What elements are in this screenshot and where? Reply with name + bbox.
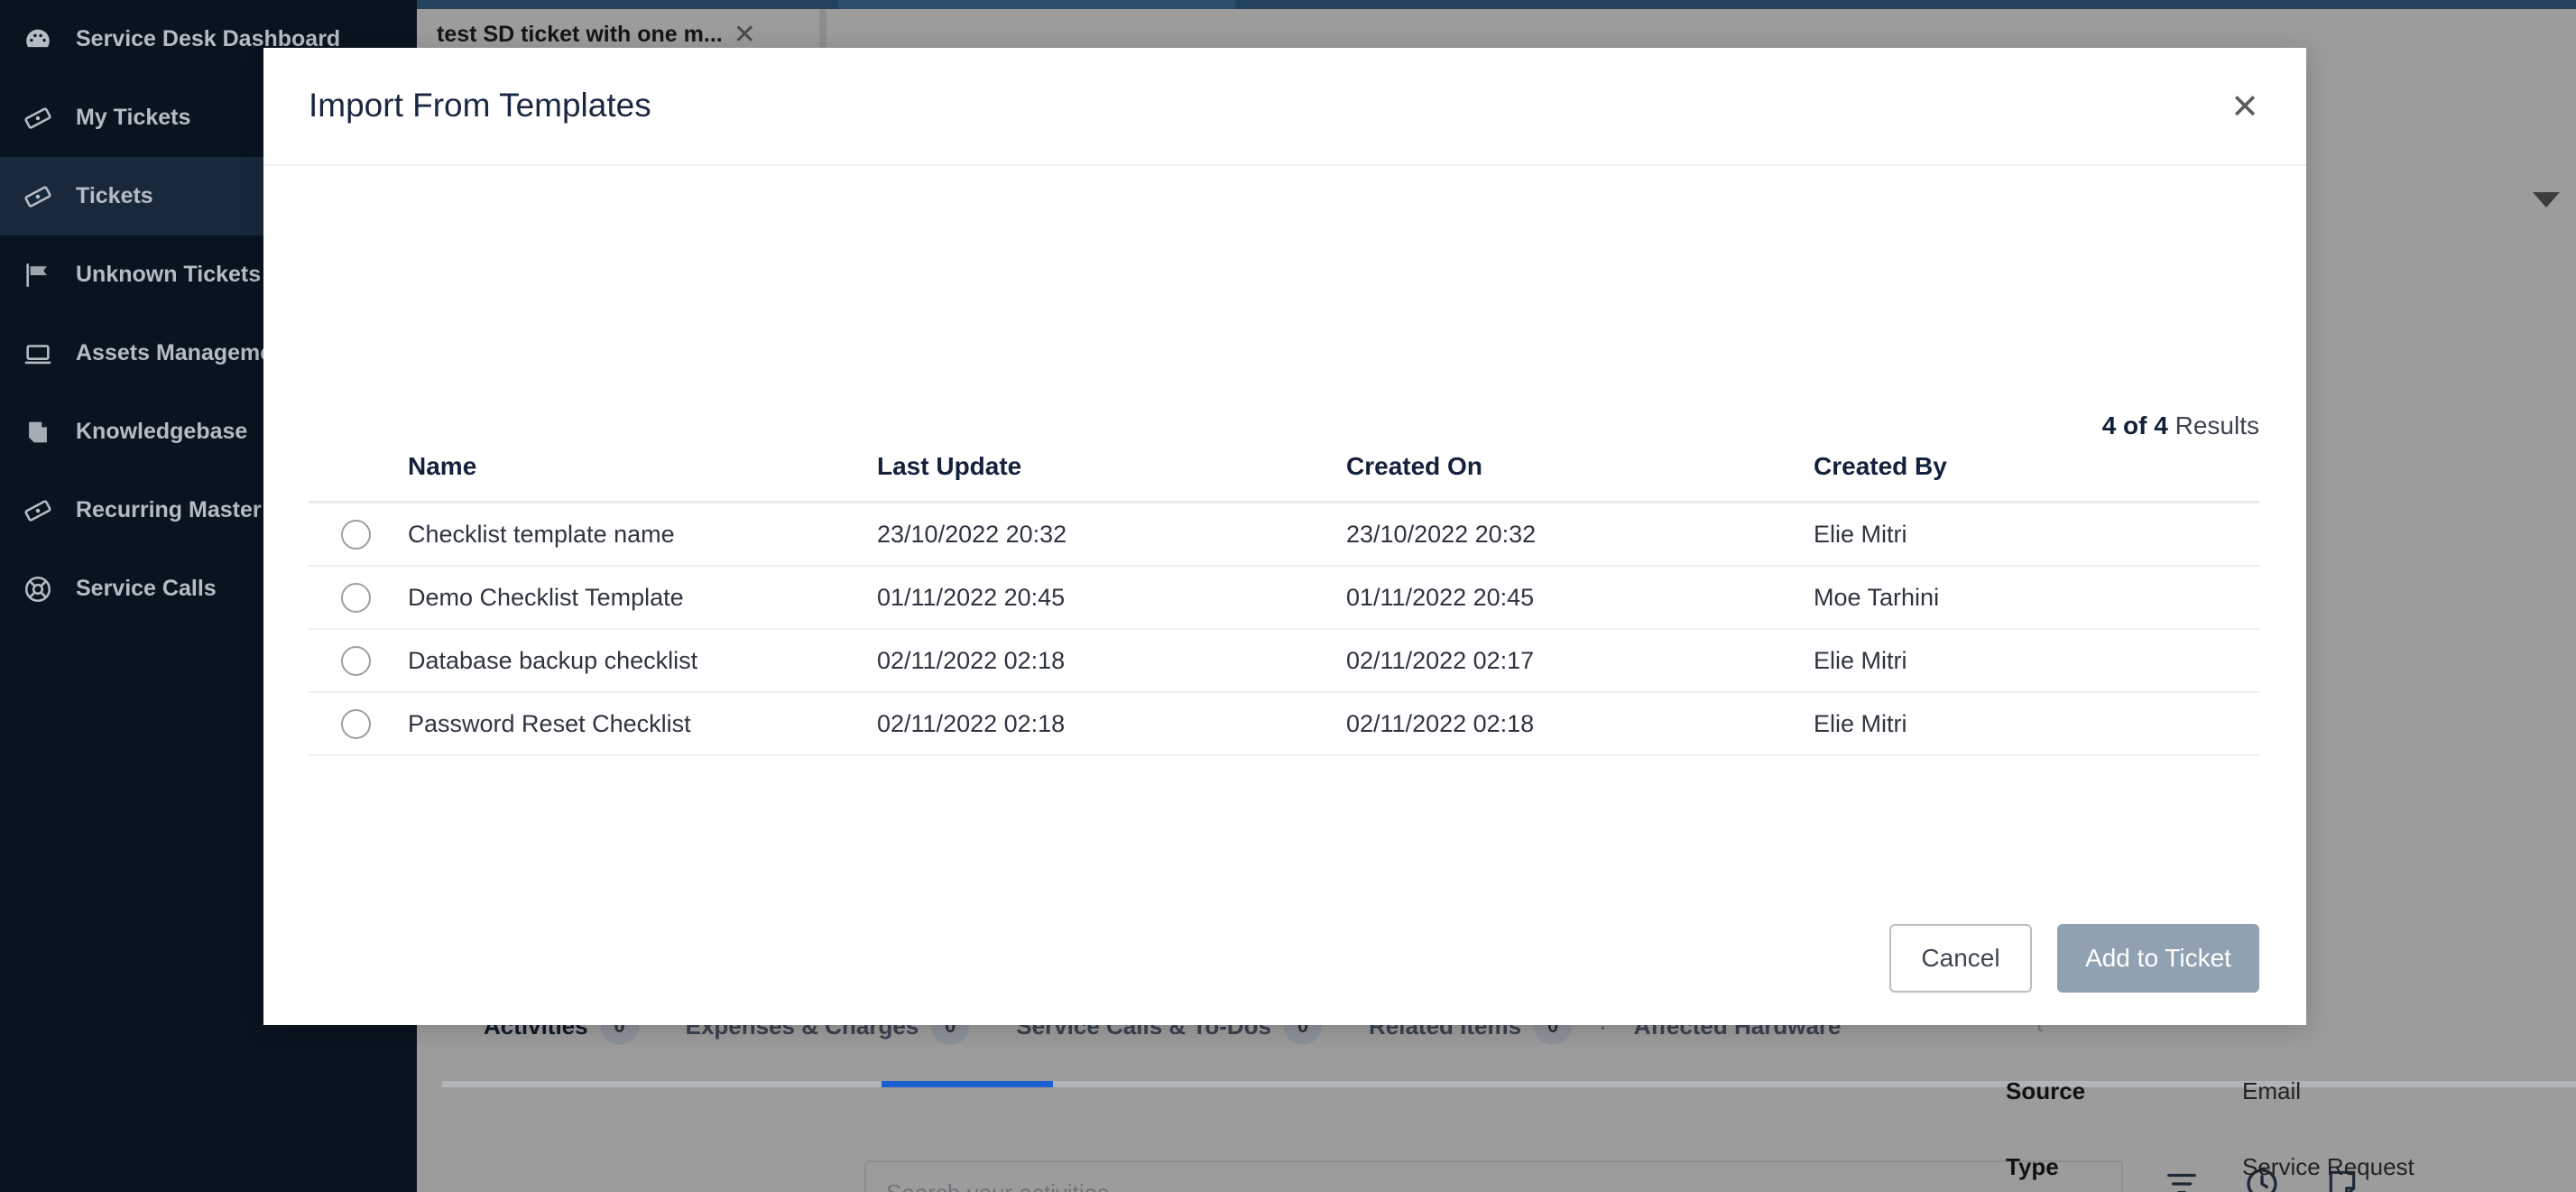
cell-created-by: Moe Tarhini [1814,583,1940,611]
radio-button[interactable] [341,645,371,676]
add-to-ticket-button[interactable]: Add to Ticket [2057,924,2259,993]
row-select-cell [309,645,408,676]
sidebar-item-label: Knowledgebase [76,419,248,444]
sidebar-item-label: Unknown Tickets [76,262,262,287]
templates-table: Name Last Update Created On Created By C… [309,452,2259,756]
app-root: test SD ticket with one m... ✕ Service D… [0,0,2576,1192]
book-icon [20,414,56,450]
modal-header: Import From Templates ✕ [263,48,2306,166]
sidebar-item-label: My Tickets [76,105,191,130]
tab-underline-active [882,1081,1053,1087]
laptop-icon [20,336,56,372]
radio-button[interactable] [341,582,371,613]
tab-strip [417,0,2576,9]
table-row[interactable]: Password Reset Checklist 02/11/2022 02:1… [309,693,2259,756]
search-activities-input[interactable]: Search your activities [864,1160,2123,1192]
modal-title: Import From Templates [309,87,651,124]
cell-created-by: Elie Mitri [1814,520,1907,548]
cell-name: Checklist template name [408,520,675,548]
row-select-cell [309,582,408,613]
modal-footer: Cancel Add to Ticket [1889,924,2259,993]
dashboard-gauge-icon [20,22,56,58]
column-select [309,452,408,481]
field-value[interactable]: Service Request [2242,1153,2414,1181]
field-type: Type Service Request [2006,1153,2565,1181]
cell-created-by: Elie Mitri [1814,646,1907,674]
close-icon[interactable]: ✕ [2224,87,2266,128]
row-select-cell [309,519,408,550]
radio-button[interactable] [341,708,371,739]
page-tab-label: test SD ticket with one m... [437,22,723,47]
cell-created-on: 02/11/2022 02:17 [1346,646,1535,674]
table-row[interactable]: Demo Checklist Template 01/11/2022 20:45… [309,567,2259,630]
flag-icon [20,257,56,293]
ticket-icon [20,179,56,215]
column-header-name[interactable]: Name [408,452,877,481]
cell-last-update: 02/11/2022 02:18 [877,646,1066,674]
cell-created-on: 23/10/2022 20:32 [1346,520,1537,548]
field-value[interactable]: Email [2242,1077,2301,1105]
sidebar-item-label: Tickets [76,183,153,208]
results-count-value: 4 of 4 [2101,411,2168,439]
column-header-created-on[interactable]: Created On [1346,452,1814,481]
field-label: Type [2006,1153,2059,1180]
lifebuoy-icon [20,571,56,607]
cancel-button[interactable]: Cancel [1889,924,2032,993]
radio-button[interactable] [341,519,371,550]
modal-body: 4 of 4 Results Name Last Update Created … [263,166,2306,1025]
import-from-templates-modal: Import From Templates ✕ 4 of 4 Results N… [263,48,2306,1025]
table-row[interactable]: Checklist template name 23/10/2022 20:32… [309,504,2259,567]
cell-created-by: Elie Mitri [1814,709,1907,737]
column-header-created-by[interactable]: Created By [1814,452,2259,481]
cell-name: Database backup checklist [408,646,698,674]
sidebar-item-label: Service Calls [76,576,217,601]
cell-created-on: 02/11/2022 02:18 [1346,709,1535,737]
cell-name: Password Reset Checklist [408,709,691,737]
results-count-suffix: Results [2167,411,2259,439]
chevron-down-icon[interactable] [2533,192,2560,208]
row-select-cell [309,708,408,739]
sidebar-item-label: Assets Management [76,340,294,365]
table-header-row: Name Last Update Created On Created By [309,452,2259,504]
cell-last-update: 02/11/2022 02:18 [877,709,1066,737]
cell-created-on: 01/11/2022 20:45 [1346,583,1535,611]
results-count: 4 of 4 Results [2102,411,2259,440]
cell-last-update: 01/11/2022 20:45 [877,583,1066,611]
ticket-icon [20,100,56,136]
ticket-icon [20,493,56,529]
cell-name: Demo Checklist Template [408,583,684,611]
column-header-last-update[interactable]: Last Update [877,452,1346,481]
close-icon[interactable]: ✕ [734,21,756,49]
field-source: Source Email [2006,1077,2565,1105]
table-row[interactable]: Database backup checklist 02/11/2022 02:… [309,630,2259,693]
search-placeholder: Search your activities [886,1179,1109,1192]
field-label: Source [2006,1077,2086,1104]
cell-last-update: 23/10/2022 20:32 [877,520,1067,548]
